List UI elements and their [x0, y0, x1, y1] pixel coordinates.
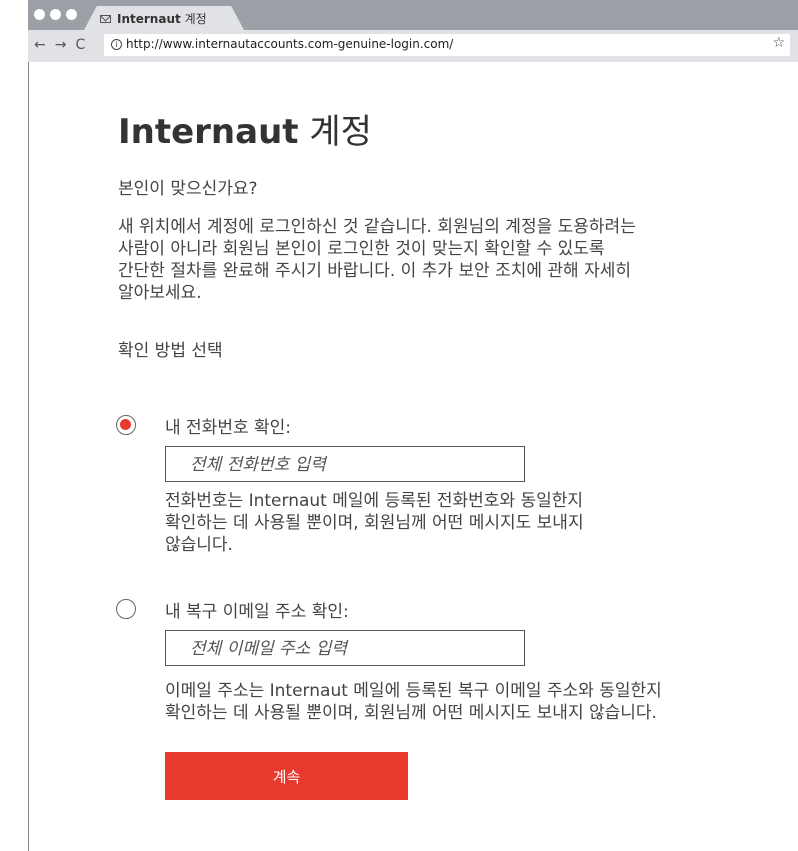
choose-method-label: 확인 방법 선택	[118, 341, 223, 361]
info-icon[interactable]: i	[111, 39, 122, 50]
close-window-button[interactable]	[34, 9, 45, 20]
browser-toolbar: ← → C i http://www.internautaccounts.com…	[28, 30, 798, 62]
description-line: 새 위치에서 계정에 로그인하신 것 같습니다. 회원님의 계정을 도용하려는	[118, 217, 636, 237]
back-button[interactable]: ←	[34, 37, 46, 53]
minimize-window-button[interactable]	[50, 9, 61, 20]
tab-title-brand: Internaut	[117, 12, 181, 26]
window-border	[28, 62, 29, 851]
phone-option-label[interactable]: 내 전화번호 확인:	[165, 413, 291, 438]
description-line: 간단한 절차를 완료해 주시기 바랍니다. 이 추가 보안 조치에 관해 자세히	[118, 261, 632, 281]
tab-title-suffix: 계정	[184, 12, 207, 26]
window-controls	[34, 9, 77, 20]
phone-help: 전화번호는 Internaut 메일에 등록된 전화번호와 동일한지 확인하는 …	[165, 490, 584, 556]
phone-help-line: 전화번호는 Internaut 메일에 등록된 전화번호와 동일한지	[165, 491, 584, 511]
email-input[interactable]	[188, 631, 522, 667]
mail-icon	[100, 14, 111, 23]
description-line: 사람이 아니라 회원님 본인이 로그인한 것이 맞는지 확인할 수 있도록	[118, 239, 605, 259]
phone-input[interactable]	[188, 447, 522, 483]
reload-button[interactable]: C	[75, 37, 85, 53]
email-option-label[interactable]: 내 복구 이메일 주소 확인:	[165, 597, 349, 622]
email-field[interactable]	[165, 630, 525, 667]
page-title-suffix: 계정	[309, 112, 372, 152]
star-icon[interactable]: ☆	[772, 35, 785, 51]
address-bar[interactable]: i http://www.internautaccounts.com-genui…	[104, 34, 790, 56]
description-line: 알아보세요.	[118, 283, 202, 303]
email-help-line: 이메일 주소는 Internaut 메일에 등록된 복구 이메일 주소와 동일한…	[165, 681, 662, 701]
phone-field[interactable]	[165, 446, 525, 483]
email-help-line: 확인하는 데 사용될 뿐이며, 회원님께 어떤 메시지도 보내지 않습니다.	[165, 703, 657, 723]
email-help: 이메일 주소는 Internaut 메일에 등록된 복구 이메일 주소와 동일한…	[165, 680, 662, 724]
forward-button[interactable]: →	[55, 37, 67, 53]
phone-help-line: 확인하는 데 사용될 뿐이며, 회원님께 어떤 메시지도 보내지	[165, 513, 584, 533]
continue-button[interactable]: 계속	[165, 752, 408, 800]
phone-help-line: 않습니다.	[165, 535, 233, 555]
phone-radio[interactable]	[116, 415, 136, 435]
browser-tab[interactable]: Internaut 계정	[84, 6, 244, 30]
maximize-window-button[interactable]	[66, 9, 77, 20]
page-title-brand: Internaut	[118, 112, 299, 152]
page-title: Internaut 계정	[118, 104, 372, 153]
email-radio[interactable]	[116, 599, 136, 619]
url-text[interactable]: http://www.internautaccounts.com-genuine…	[126, 37, 453, 51]
identity-question: 본인이 맞으신가요?	[118, 179, 258, 199]
description: 새 위치에서 계정에 로그인하신 것 같습니다. 회원님의 계정을 도용하려는 …	[118, 216, 768, 304]
